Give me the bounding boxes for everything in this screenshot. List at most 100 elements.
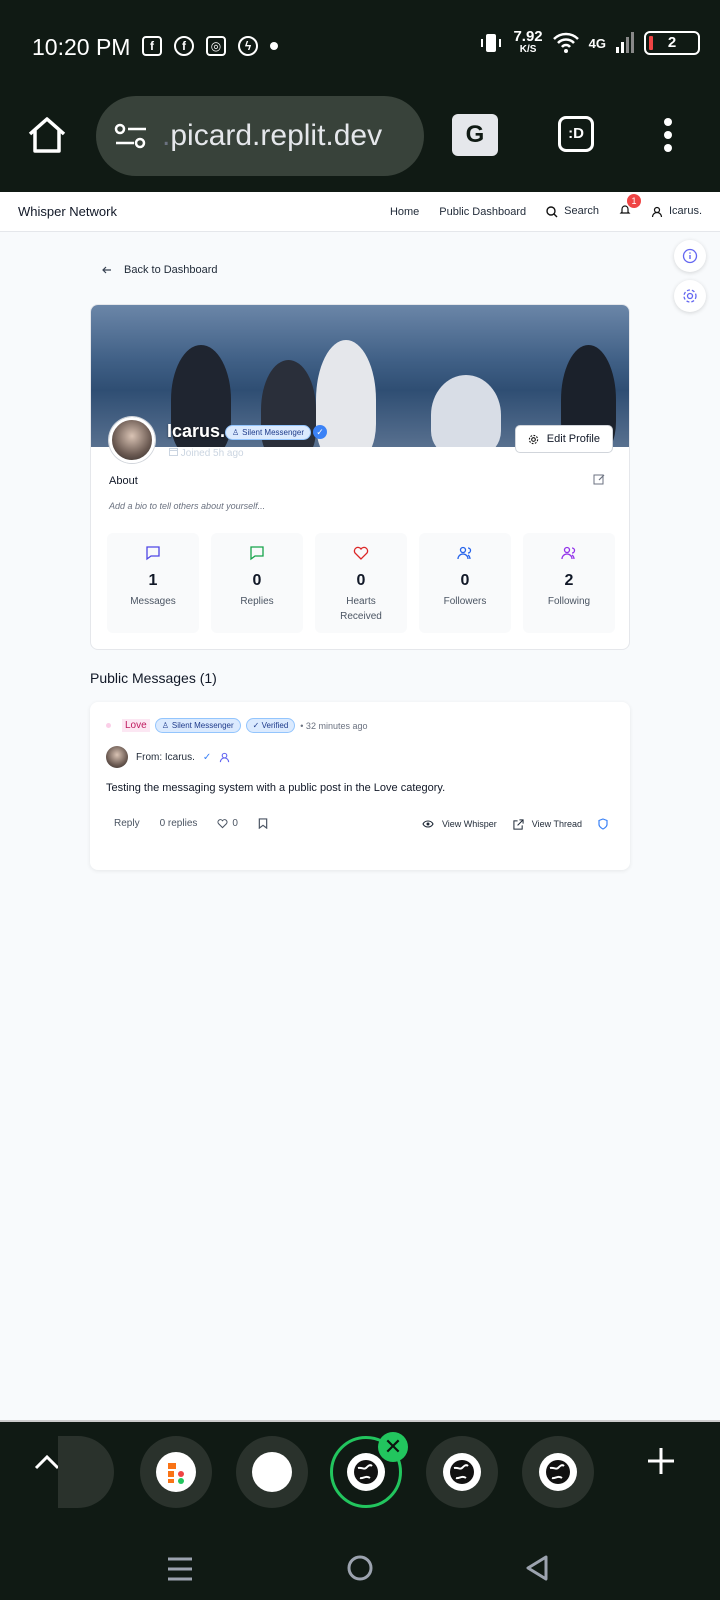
silent-messenger-label: Silent Messenger <box>242 428 304 437</box>
nav-public-dashboard[interactable]: Public Dashboard <box>439 206 526 218</box>
stat-value: 0 <box>252 572 262 589</box>
nav-home[interactable]: Home <box>390 206 419 218</box>
arrow-left-icon <box>102 266 111 274</box>
back-triangle-icon[interactable] <box>524 1554 550 1582</box>
view-whisper-button[interactable]: View Whisper <box>422 819 497 829</box>
blank-tab-icon <box>252 1452 292 1492</box>
url-domain: picard.replit.dev <box>170 119 383 152</box>
recent-apps-icon[interactable] <box>166 1556 194 1582</box>
user-small-icon: ♙ <box>232 428 240 437</box>
bookmark-icon[interactable] <box>258 818 268 829</box>
browser-chrome: 10:20 PM f f ◎ ϟ 7.92 K/S 4G 2 .picard.re… <box>0 0 720 192</box>
stat-messages: 1 Messages <box>107 533 199 633</box>
external-link-icon <box>513 818 524 830</box>
translate-icon[interactable]: G <box>452 114 498 156</box>
message-square-icon <box>146 546 160 561</box>
browser-tab-thumbnail[interactable] <box>140 1436 212 1508</box>
browser-tab-thumbnail[interactable] <box>522 1436 594 1508</box>
category-tag[interactable]: Love <box>122 719 150 732</box>
user-icon[interactable] <box>219 752 230 763</box>
info-button[interactable] <box>674 240 706 272</box>
nav-search[interactable]: Search <box>546 205 599 217</box>
replies-count[interactable]: 0 replies <box>160 818 198 829</box>
joined-date: Joined 5h ago <box>169 447 244 459</box>
vibrate-icon <box>481 34 502 52</box>
nav-search-label: Search <box>564 205 599 218</box>
stat-hearts-received: 0 Hearts Received <box>315 533 407 633</box>
notifications-button[interactable]: 1 <box>619 194 641 219</box>
heart-icon <box>353 546 369 560</box>
home-circle-icon[interactable] <box>346 1554 374 1582</box>
edit-profile-button[interactable]: Edit Profile <box>514 425 613 453</box>
edit-bio-icon[interactable] <box>593 473 605 485</box>
facebook-lite-icon: f <box>142 36 162 56</box>
address-bar[interactable]: .picard.replit.dev <box>96 96 424 176</box>
message-sender: From: Icarus. ✓ <box>106 746 230 768</box>
site-brand[interactable]: Whisper Network <box>18 204 117 219</box>
app-favicon-icon <box>156 1452 196 1492</box>
overflow-menu-icon[interactable] <box>664 118 674 154</box>
network-type: 4G <box>588 35 606 51</box>
tab-switcher-button[interactable]: :D <box>558 116 594 152</box>
users-icon <box>457 546 472 560</box>
edit-profile-label: Edit Profile <box>546 433 600 445</box>
stat-label: Messages <box>130 596 176 607</box>
wifi-icon <box>552 32 579 53</box>
close-tab-icon[interactable]: ✕ <box>378 1432 408 1462</box>
user-icon <box>651 206 663 217</box>
facebook-icon: f <box>174 36 194 56</box>
browser-tab-thumbnail[interactable] <box>236 1436 308 1508</box>
stat-following: 2 Following <box>523 533 615 633</box>
chevron-up-icon[interactable] <box>34 1454 60 1470</box>
more-notifications-dot-icon <box>270 42 278 50</box>
signal-icon <box>616 32 634 53</box>
view-whisper-label: View Whisper <box>441 819 497 829</box>
profile-card: Icarus. ♙ Silent Messenger ✓ Joined 5h ag… <box>90 304 630 650</box>
view-thread-label: View Thread <box>531 819 582 829</box>
plus-icon[interactable] <box>646 1446 676 1476</box>
stat-value: 1 <box>148 572 158 589</box>
stat-followers: 0 Followers <box>419 533 511 633</box>
avatar[interactable] <box>106 746 128 768</box>
reply-button[interactable]: Reply <box>114 818 140 829</box>
like-button[interactable]: 0 <box>217 818 238 829</box>
search-icon <box>546 205 558 218</box>
settings-button[interactable] <box>674 280 706 312</box>
globe-icon <box>347 1453 385 1491</box>
stat-value: 0 <box>356 572 366 589</box>
users-icon <box>561 546 576 560</box>
message-actions: Reply 0 replies 0 <box>114 818 268 829</box>
bio-placeholder: Add a bio to tell others about yourself.… <box>109 501 266 511</box>
browser-tab-thumbnail[interactable] <box>426 1436 498 1508</box>
silent-messenger-badge: ♙ Silent Messenger <box>154 718 241 733</box>
stat-value: 0 <box>460 572 470 589</box>
site-settings-icon[interactable] <box>114 123 148 149</box>
back-link-label: Back to Dashboard <box>124 264 218 276</box>
gear-icon <box>528 434 538 444</box>
shield-icon[interactable] <box>598 818 608 830</box>
message-actions-right: View Whisper View Thread <box>422 818 608 830</box>
nav-user-label: Icarus. <box>668 205 702 218</box>
site-navbar: Whisper Network Home Public Dashboard Se… <box>0 192 720 232</box>
home-icon[interactable] <box>26 114 68 156</box>
calendar-icon <box>169 448 178 456</box>
user-small-icon: ♙ <box>161 721 169 730</box>
profile-stats: 1 Messages 0 Replies 0 Hearts Received 0… <box>107 533 615 633</box>
stat-replies: 0 Replies <box>211 533 303 633</box>
network-speed: 7.92 K/S <box>513 29 542 56</box>
message-reply-icon <box>250 546 264 561</box>
nav-user[interactable]: Icarus. <box>651 205 702 217</box>
globe-icon <box>443 1453 481 1491</box>
back-to-dashboard-link[interactable]: Back to Dashboard <box>102 264 218 276</box>
url-text[interactable]: .picard.replit.dev <box>162 119 382 153</box>
hearts-count: 0 <box>232 818 238 829</box>
joined-text: Joined 5h ago <box>180 448 244 459</box>
messenger-icon: ϟ <box>238 36 258 56</box>
view-thread-button[interactable]: View Thread <box>513 818 582 830</box>
gear-icon <box>683 289 697 303</box>
eye-icon <box>422 820 434 828</box>
message-card: Love ♙ Silent Messenger ✓ Verified • 32 m… <box>90 702 630 870</box>
silent-messenger-badge: ♙ Silent Messenger <box>225 425 311 440</box>
category-dot-icon <box>106 723 111 728</box>
sender-name[interactable]: From: Icarus. <box>136 752 195 763</box>
